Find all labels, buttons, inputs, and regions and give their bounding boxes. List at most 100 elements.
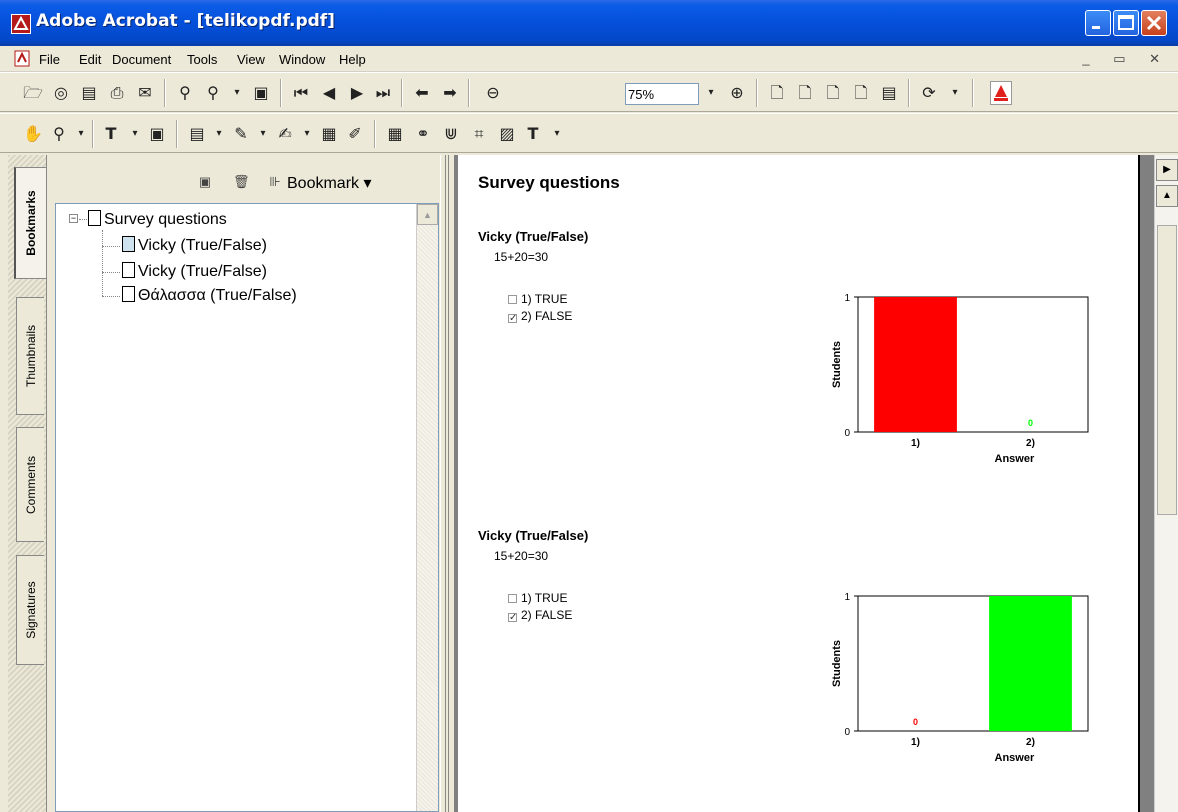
tab-comments[interactable]: Comments [16,427,44,542]
delete-bookmark-icon[interactable]: 🗑 [233,174,250,190]
bookmarks-panel: ▣ 🗑 ⊪ Bookmark ▾ − Survey questions Vick… [46,155,440,812]
maximize-button[interactable] [1113,10,1139,36]
adobe-logo-icon[interactable] [990,81,1012,105]
search-icon[interactable]: ⚲ [202,82,224,104]
chevron-down-icon[interactable]: ▾ [252,123,274,145]
menu-view[interactable]: View [237,52,265,67]
zoom-input[interactable]: 75% [625,83,699,105]
go-back-icon[interactable]: ⬅ [411,82,433,104]
y-tick-label: 1 [844,293,850,304]
question-title: Vicky (True/False) [478,528,589,543]
menu-edit[interactable]: Edit [79,52,101,67]
fit-visible-icon[interactable]: 🗋 [850,82,872,104]
previous-page-icon[interactable]: ◀ [318,82,340,104]
form-tool-icon[interactable]: ▨ [496,123,518,145]
zoom-dropdown-icon[interactable]: ▾ [700,82,722,104]
scroll-up-arrow-icon[interactable]: ▲ [1156,185,1178,207]
tab-comments-label: Comments [23,455,38,514]
zoom-in-icon[interactable]: ⊕ [726,82,748,104]
menu-file[interactable]: File [39,52,60,67]
email-icon[interactable]: ✉ [134,82,156,104]
data-label: 0 [1028,418,1033,428]
pencil-tool-icon[interactable]: ✎ [230,123,252,145]
text-select-tool-icon[interactable]: T [100,123,122,145]
chevron-down-icon[interactable]: ▾ [226,82,248,104]
chevron-down-icon[interactable]: ▾ [944,82,966,104]
zoom-tool-icon[interactable]: ⚲ [48,123,70,145]
tab-signatures[interactable]: Signatures [16,555,44,665]
first-page-icon[interactable]: ⏮ [290,82,312,104]
bookmark-vicky-2[interactable]: Vicky (True/False) [122,262,267,281]
next-page-icon[interactable]: ▶ [346,82,368,104]
navigation-pane-icon[interactable]: ▣ [250,82,272,104]
answer-option: 1) TRUE [508,292,567,306]
link-tool-icon[interactable]: ⚭ [412,123,434,145]
web-open-icon[interactable]: ◎ [50,82,72,104]
menu-help[interactable]: Help [339,52,366,67]
print-icon[interactable]: ⎙ [106,82,128,104]
hand-tool-icon[interactable]: ✋ [22,123,44,145]
bookmark-vicky-1[interactable]: Vicky (True/False) [122,236,267,255]
fit-page-icon[interactable]: 🗋 [794,82,816,104]
scroll-up-arrow-icon[interactable]: ▲ [417,204,438,225]
chevron-down-icon[interactable]: ▾ [70,123,92,145]
tab-thumbnails[interactable]: Thumbnails [16,297,44,415]
document-scrollbar[interactable]: ▶ ▲ [1154,155,1178,812]
zoom-out-icon[interactable]: ⊖ [482,82,504,104]
splitter-grip[interactable] [445,155,449,812]
title-bar[interactable]: Adobe Acrobat - [telikopdf.pdf] [0,0,1178,46]
page-forward-arrow-icon[interactable]: ▶ [1156,159,1178,181]
last-page-icon[interactable]: ⏭ [372,82,394,104]
bookmark-label: Vicky (True/False) [138,237,267,254]
new-bookmark-icon[interactable]: ▣ [197,174,213,190]
crop-tool-icon[interactable]: ⌗ [468,123,490,145]
x-tick-label: 2) [1026,438,1035,449]
snapshot-tool-icon[interactable]: ▣ [146,123,168,145]
go-forward-icon[interactable]: ➡ [439,82,461,104]
unchecked-box-icon [508,295,517,304]
menu-document[interactable]: Document [112,52,171,67]
x-tick-label: 2) [1026,737,1035,748]
fit-width-icon[interactable]: 🗋 [822,82,844,104]
note-tool-icon[interactable]: ▤ [186,123,208,145]
page-icon [88,210,101,226]
expand-bookmark-icon[interactable]: ⊪ [267,174,283,190]
bookmark-scrollbar[interactable]: ▲ [416,204,438,811]
document-window-controls[interactable]: _ ▭ ✕ [1082,51,1170,67]
tab-bookmarks[interactable]: Bookmarks [14,167,46,279]
spell-check-icon[interactable]: ▦ [318,123,340,145]
bookmark-options-menu[interactable]: Bookmark ▾ [287,173,372,193]
chevron-down-icon[interactable]: ▾ [546,123,568,145]
open-icon[interactable]: 🗁 [22,82,44,104]
bookmark-survey-questions[interactable]: Survey questions [88,210,227,229]
chevron-down-icon[interactable]: ▾ [208,123,230,145]
rotate-view-icon[interactable]: ⟳ [918,82,940,104]
pane-splitter[interactable] [440,155,454,812]
menu-window[interactable]: Window [279,52,325,67]
close-button[interactable] [1141,10,1167,36]
movie-tool-icon[interactable]: ▦ [384,123,406,145]
page-icon [122,286,135,302]
acrobat-app-icon[interactable] [11,14,31,34]
bookmark-thalassa[interactable]: Θάλασσα (True/False) [122,286,297,305]
navigation-pane: Bookmarks Thumbnails Comments Signatures… [0,155,440,812]
highlight-tool-icon[interactable]: ✍ [274,123,296,145]
tree-connector [102,296,120,297]
scrollbar-thumb[interactable] [1157,225,1177,515]
document-view[interactable]: Survey questions Vicky (True/False) 15+2… [454,155,1154,812]
actual-size-icon[interactable]: 🗋 [766,82,788,104]
collapse-icon[interactable]: − [69,214,78,223]
bar [989,596,1072,731]
minimize-button[interactable] [1085,10,1111,36]
touchup-text-tool-icon[interactable]: T [522,123,544,145]
article-tool-icon[interactable]: ⋓ [440,123,462,145]
save-icon[interactable]: ▤ [78,82,100,104]
chevron-down-icon[interactable]: ▾ [124,123,146,145]
sign-tool-icon[interactable]: ✐ [344,123,366,145]
reflow-icon[interactable]: ▤ [878,82,900,104]
document-icon[interactable] [14,50,31,67]
chevron-down-icon[interactable]: ▾ [296,123,318,145]
pdf-page[interactable]: Survey questions Vicky (True/False) 15+2… [458,155,1140,812]
menu-tools[interactable]: Tools [187,52,217,67]
find-icon[interactable]: ⚲ [174,82,196,104]
